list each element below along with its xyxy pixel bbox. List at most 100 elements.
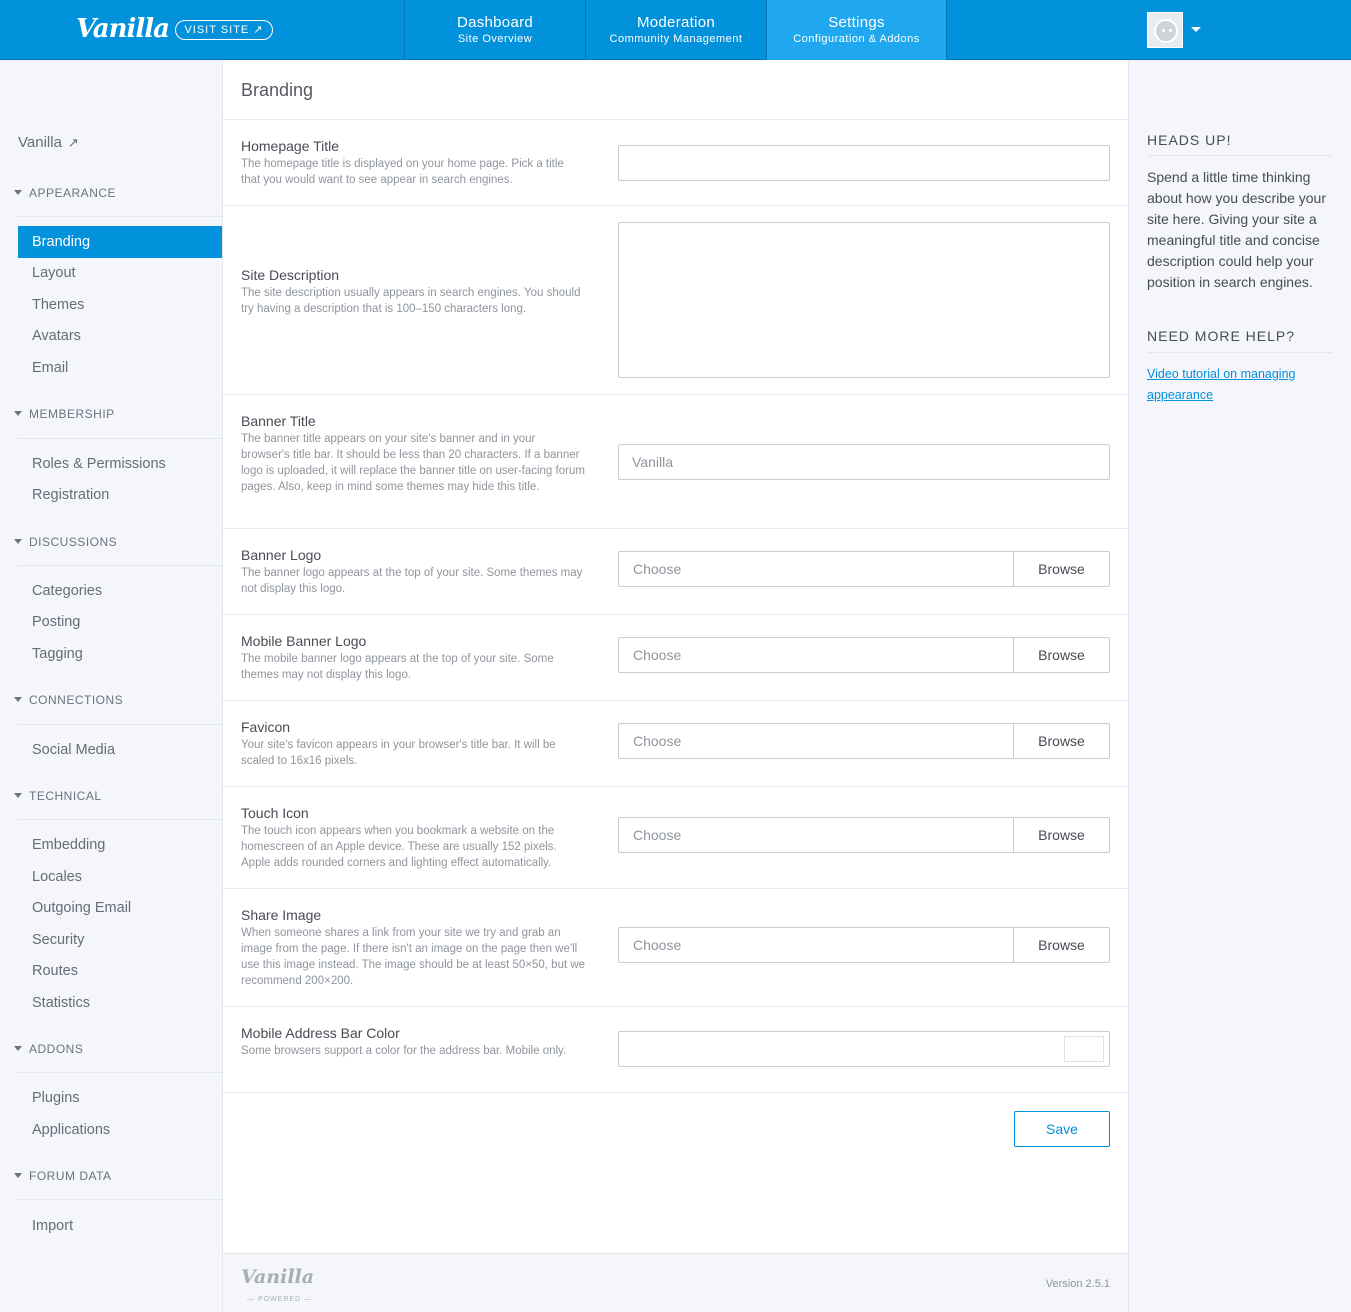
browse-button[interactable]: Browse: [1013, 928, 1109, 962]
footer: Vanilla — POWERED — Version 2.5.1: [223, 1253, 1128, 1312]
tab-title: Settings: [828, 14, 885, 31]
form-row-banner-title: Banner Title The banner title appears on…: [223, 395, 1128, 529]
sidebar-home-link[interactable]: Vanilla ↗: [18, 134, 79, 151]
field-label: Share Image: [241, 907, 322, 923]
field-description: The touch icon appears when you bookmark…: [241, 825, 557, 869]
sidebar-section-membership[interactable]: MEMBERSHIP: [14, 407, 115, 421]
tab-settings[interactable]: Settings Configuration & Addons: [766, 0, 947, 60]
field-label: Touch Icon: [241, 805, 309, 821]
field-description: Your site's favicon appears in your brow…: [241, 739, 556, 767]
touch-icon-file-input[interactable]: Choose Browse: [618, 817, 1110, 853]
video-tutorial-link[interactable]: Video tutorial on managing appearance: [1147, 364, 1333, 406]
sidebar-item-roles-permissions[interactable]: Roles & Permissions: [18, 448, 222, 480]
vanilla-logo[interactable]: Vanilla: [76, 14, 170, 44]
main-content: Branding Homepage Title The homepage tit…: [222, 60, 1129, 1312]
user-avatar[interactable]: [1147, 12, 1183, 48]
sidebar-item-statistics[interactable]: Statistics: [18, 987, 222, 1019]
field-label: Mobile Address Bar Color: [241, 1025, 400, 1041]
field-label: Homepage Title: [241, 138, 340, 154]
sidebar-item-social-media[interactable]: Social Media: [18, 734, 222, 766]
top-navbar: Vanilla VISIT SITE ↗ Dashboard Site Over…: [0, 0, 1351, 60]
field-label: Banner Logo: [241, 547, 322, 563]
heads-up-text: Spend a little time thinking about how y…: [1147, 169, 1326, 290]
site-description-textarea[interactable]: [618, 222, 1110, 378]
field-description: The mobile banner logo appears at the to…: [241, 653, 554, 681]
sidebar-item-embedding[interactable]: Embedding: [18, 829, 222, 861]
field-description: Some browsers support a color for the ad…: [241, 1045, 567, 1057]
field-description: When someone shares a link from your sit…: [241, 927, 586, 987]
heads-up-title: HEADS UP!: [1147, 132, 1232, 148]
sidebar-item-themes[interactable]: Themes: [18, 289, 222, 321]
sidebar-section-appearance[interactable]: APPEARANCE: [14, 186, 116, 200]
sidebar-item-branding[interactable]: Branding: [18, 226, 222, 258]
caret-down-icon: [14, 1046, 22, 1052]
field-description: The site description usually appears in …: [241, 287, 581, 315]
nav-tabs: Dashboard Site Overview Moderation Commu…: [404, 0, 947, 60]
banner-logo-file-input[interactable]: Choose Browse: [618, 551, 1110, 587]
form-row-site-description: Site Description The site description us…: [223, 206, 1128, 395]
sidebar-item-security[interactable]: Security: [18, 924, 222, 956]
sidebar-item-import[interactable]: Import: [18, 1210, 222, 1242]
visit-site-button[interactable]: VISIT SITE ↗: [175, 20, 273, 40]
tab-dashboard[interactable]: Dashboard Site Overview: [404, 0, 585, 60]
browse-button[interactable]: Browse: [1013, 552, 1109, 586]
sidebar-item-posting[interactable]: Posting: [18, 606, 222, 638]
sidebar-item-tagging[interactable]: Tagging: [18, 638, 222, 670]
sidebar-item-avatars[interactable]: Avatars: [18, 320, 222, 352]
tab-title: Dashboard: [456, 14, 534, 31]
caret-down-icon: [14, 697, 22, 703]
sidebar-section-technical[interactable]: TECHNICAL: [14, 789, 102, 803]
page-title: Branding: [241, 80, 314, 100]
sidebar-item-plugins[interactable]: Plugins: [18, 1082, 222, 1114]
field-label: Banner Title: [241, 413, 316, 429]
sidebar: Vanilla ↗ APPEARANCE Branding Layout Them…: [0, 60, 222, 1312]
chevron-down-icon[interactable]: [1191, 27, 1201, 32]
color-picker-input[interactable]: [618, 1031, 1110, 1067]
caret-down-icon: [14, 411, 22, 417]
vanilla-footer-logo[interactable]: Vanilla: [241, 1266, 314, 1288]
help-panel: HEADS UP! Spend a little time thinking a…: [1129, 60, 1351, 1312]
caret-down-icon: [14, 793, 22, 799]
save-button[interactable]: Save: [1014, 1111, 1110, 1147]
tab-subtitle: Configuration & Addons: [793, 33, 920, 45]
file-placeholder: Choose: [633, 733, 682, 749]
sidebar-item-routes[interactable]: Routes: [18, 955, 222, 987]
sidebar-section-addons[interactable]: ADDONS: [14, 1042, 83, 1056]
sidebar-item-layout[interactable]: Layout: [18, 257, 222, 289]
sidebar-item-registration[interactable]: Registration: [18, 479, 222, 511]
tab-subtitle: Site Overview: [457, 33, 533, 45]
favicon-file-input[interactable]: Choose Browse: [618, 723, 1110, 759]
browse-button[interactable]: Browse: [1013, 724, 1109, 758]
sidebar-item-email[interactable]: Email: [18, 352, 222, 384]
browse-button[interactable]: Browse: [1013, 638, 1109, 672]
field-label: Site Description: [241, 267, 340, 283]
sidebar-item-locales[interactable]: Locales: [18, 861, 222, 893]
file-placeholder: Choose: [633, 937, 682, 953]
homepage-title-input[interactable]: [618, 145, 1110, 181]
file-placeholder: Choose: [633, 561, 682, 577]
sidebar-item-applications[interactable]: Applications: [18, 1114, 222, 1146]
avatar-face-icon: [1154, 19, 1178, 43]
caret-down-icon: [14, 1173, 22, 1179]
form-row-homepage-title: Homepage Title The homepage title is dis…: [223, 120, 1128, 206]
sidebar-item-outgoing-email[interactable]: Outgoing Email: [18, 892, 222, 924]
sidebar-item-categories[interactable]: Categories: [18, 575, 222, 607]
browse-button[interactable]: Browse: [1013, 818, 1109, 852]
banner-title-input[interactable]: [618, 444, 1110, 480]
form-row-banner-logo: Banner Logo The banner logo appears at t…: [223, 529, 1128, 615]
mobile-banner-logo-file-input[interactable]: Choose Browse: [618, 637, 1110, 673]
field-description: The homepage title is displayed on your …: [241, 158, 564, 186]
caret-down-icon: [14, 190, 22, 196]
sidebar-section-connections[interactable]: CONNECTIONS: [14, 693, 123, 707]
sidebar-section-forum-data[interactable]: FORUM DATA: [14, 1169, 112, 1183]
powered-label: — POWERED —: [247, 1296, 313, 1303]
sidebar-section-discussions[interactable]: DISCUSSIONS: [14, 535, 117, 549]
tab-moderation[interactable]: Moderation Community Management: [585, 0, 766, 60]
version-label: Version 2.5.1: [1045, 1278, 1110, 1290]
share-image-file-input[interactable]: Choose Browse: [618, 927, 1110, 963]
field-description: The banner title appears on your site's …: [241, 433, 585, 493]
more-help-title: NEED MORE HELP?: [1147, 328, 1296, 344]
caret-down-icon: [14, 539, 22, 545]
color-swatch[interactable]: [1064, 1036, 1104, 1062]
external-link-icon: ↗: [67, 135, 79, 150]
